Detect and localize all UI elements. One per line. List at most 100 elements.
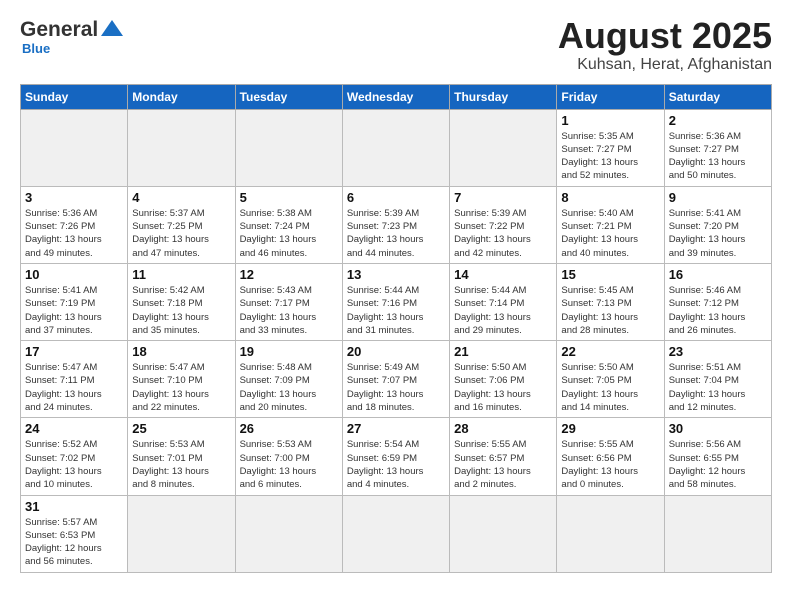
table-row [450,495,557,572]
logo-blue-text: Blue [22,41,50,56]
table-row [450,109,557,186]
day-info: Sunrise: 5:42 AM Sunset: 7:18 PM Dayligh… [132,284,230,337]
day-info: Sunrise: 5:39 AM Sunset: 7:23 PM Dayligh… [347,207,445,260]
day-number: 6 [347,190,445,205]
logo-icon [101,18,123,43]
day-number: 4 [132,190,230,205]
table-row: 5 Sunrise: 5:38 AM Sunset: 7:24 PM Daylig… [235,186,342,263]
table-row: 7Sunrise: 5:39 AM Sunset: 7:22 PM Daylig… [450,186,557,263]
day-info: Sunrise: 5:49 AM Sunset: 7:07 PM Dayligh… [347,361,445,414]
day-number: 13 [347,267,445,282]
day-number: 3 [25,190,123,205]
page-title: August 2025 [558,16,772,56]
col-saturday: Saturday [664,84,771,109]
day-number: 20 [347,344,445,359]
day-info: Sunrise: 5:36 AM Sunset: 7:26 PM Dayligh… [25,207,123,260]
day-info: Sunrise: 5:43 AM Sunset: 7:17 PM Dayligh… [240,284,338,337]
day-info: Sunrise: 5:52 AM Sunset: 7:02 PM Dayligh… [25,438,123,491]
table-row: 18 Sunrise: 5:47 AM Sunset: 7:10 PM Dayli… [128,341,235,418]
table-row: 25 Sunrise: 5:53 AM Sunset: 7:01 PM Dayli… [128,418,235,495]
table-row: 12 Sunrise: 5:43 AM Sunset: 7:17 PM Dayli… [235,263,342,340]
day-number: 27 [347,421,445,436]
col-friday: Friday [557,84,664,109]
day-number: 31 [25,499,123,514]
day-number: 15 [561,267,659,282]
day-number: 25 [132,421,230,436]
day-number: 2 [669,113,767,128]
table-row: 22 Sunrise: 5:50 AM Sunset: 7:05 PM Dayli… [557,341,664,418]
day-number: 19 [240,344,338,359]
table-row [342,495,449,572]
col-monday: Monday [128,84,235,109]
day-number: 29 [561,421,659,436]
day-info: Sunrise: 5:51 AM Sunset: 7:04 PM Dayligh… [669,361,767,414]
table-row: 8 Sunrise: 5:40 AM Sunset: 7:21 PM Daylig… [557,186,664,263]
table-row: 4Sunrise: 5:37 AM Sunset: 7:25 PM Daylig… [128,186,235,263]
table-row: 29 Sunrise: 5:55 AM Sunset: 6:56 PM Dayli… [557,418,664,495]
day-info: Sunrise: 5:55 AM Sunset: 6:56 PM Dayligh… [561,438,659,491]
day-number: 17 [25,344,123,359]
day-info: Sunrise: 5:40 AM Sunset: 7:21 PM Dayligh… [561,207,659,260]
day-info: Sunrise: 5:53 AM Sunset: 7:00 PM Dayligh… [240,438,338,491]
day-info: Sunrise: 5:44 AM Sunset: 7:16 PM Dayligh… [347,284,445,337]
table-row [128,109,235,186]
table-row: 2 Sunrise: 5:36 AM Sunset: 7:27 PM Daylig… [664,109,771,186]
logo-general-text: General [20,18,98,42]
day-info: Sunrise: 5:38 AM Sunset: 7:24 PM Dayligh… [240,207,338,260]
table-row: 9Sunrise: 5:41 AM Sunset: 7:20 PM Daylig… [664,186,771,263]
day-info: Sunrise: 5:41 AM Sunset: 7:19 PM Dayligh… [25,284,123,337]
title-block: August 2025 Kuhsan, Herat, Afghanistan [558,16,772,74]
table-row [235,109,342,186]
table-row: 6 Sunrise: 5:39 AM Sunset: 7:23 PM Daylig… [342,186,449,263]
day-number: 1 [561,113,659,128]
table-row: 21 Sunrise: 5:50 AM Sunset: 7:06 PM Dayli… [450,341,557,418]
table-row [557,495,664,572]
day-info: Sunrise: 5:55 AM Sunset: 6:57 PM Dayligh… [454,438,552,491]
day-number: 12 [240,267,338,282]
day-info: Sunrise: 5:48 AM Sunset: 7:09 PM Dayligh… [240,361,338,414]
day-number: 24 [25,421,123,436]
table-row: 1 Sunrise: 5:35 AM Sunset: 7:27 PM Daylig… [557,109,664,186]
day-number: 5 [240,190,338,205]
table-row [128,495,235,572]
day-info: Sunrise: 5:35 AM Sunset: 7:27 PM Dayligh… [561,130,659,183]
table-row: 17 Sunrise: 5:47 AM Sunset: 7:11 PM Dayli… [21,341,128,418]
day-number: 8 [561,190,659,205]
day-info: Sunrise: 5:54 AM Sunset: 6:59 PM Dayligh… [347,438,445,491]
table-row: 15 Sunrise: 5:45 AM Sunset: 7:13 PM Dayli… [557,263,664,340]
table-row: 19 Sunrise: 5:48 AM Sunset: 7:09 PM Dayli… [235,341,342,418]
col-thursday: Thursday [450,84,557,109]
day-number: 23 [669,344,767,359]
table-row: 27 Sunrise: 5:54 AM Sunset: 6:59 PM Dayli… [342,418,449,495]
day-info: Sunrise: 5:39 AM Sunset: 7:22 PM Dayligh… [454,207,552,260]
day-info: Sunrise: 5:36 AM Sunset: 7:27 PM Dayligh… [669,130,767,183]
table-row: 23 Sunrise: 5:51 AM Sunset: 7:04 PM Dayli… [664,341,771,418]
day-number: 26 [240,421,338,436]
day-info: Sunrise: 5:45 AM Sunset: 7:13 PM Dayligh… [561,284,659,337]
table-row: 20 Sunrise: 5:49 AM Sunset: 7:07 PM Dayli… [342,341,449,418]
day-number: 11 [132,267,230,282]
logo: General Blue [20,16,123,56]
day-number: 21 [454,344,552,359]
table-row: 24 Sunrise: 5:52 AM Sunset: 7:02 PM Dayli… [21,418,128,495]
table-row: 26 Sunrise: 5:53 AM Sunset: 7:00 PM Dayli… [235,418,342,495]
col-wednesday: Wednesday [342,84,449,109]
day-number: 16 [669,267,767,282]
table-row: 16 Sunrise: 5:46 AM Sunset: 7:12 PM Dayli… [664,263,771,340]
day-info: Sunrise: 5:50 AM Sunset: 7:06 PM Dayligh… [454,361,552,414]
day-info: Sunrise: 5:47 AM Sunset: 7:11 PM Dayligh… [25,361,123,414]
table-row: 3 Sunrise: 5:36 AM Sunset: 7:26 PM Daylig… [21,186,128,263]
day-number: 9 [669,190,767,205]
day-info: Sunrise: 5:53 AM Sunset: 7:01 PM Dayligh… [132,438,230,491]
page-subtitle: Kuhsan, Herat, Afghanistan [558,56,772,74]
table-row: 14Sunrise: 5:44 AM Sunset: 7:14 PM Dayli… [450,263,557,340]
day-number: 18 [132,344,230,359]
day-info: Sunrise: 5:47 AM Sunset: 7:10 PM Dayligh… [132,361,230,414]
page: General Blue August 2025 Kuhsan, Herat, … [0,0,792,612]
day-number: 22 [561,344,659,359]
table-row: 10Sunrise: 5:41 AM Sunset: 7:19 PM Dayli… [21,263,128,340]
day-info: Sunrise: 5:50 AM Sunset: 7:05 PM Dayligh… [561,361,659,414]
day-number: 14 [454,267,552,282]
day-info: Sunrise: 5:46 AM Sunset: 7:12 PM Dayligh… [669,284,767,337]
header: General Blue August 2025 Kuhsan, Herat, … [20,16,772,74]
